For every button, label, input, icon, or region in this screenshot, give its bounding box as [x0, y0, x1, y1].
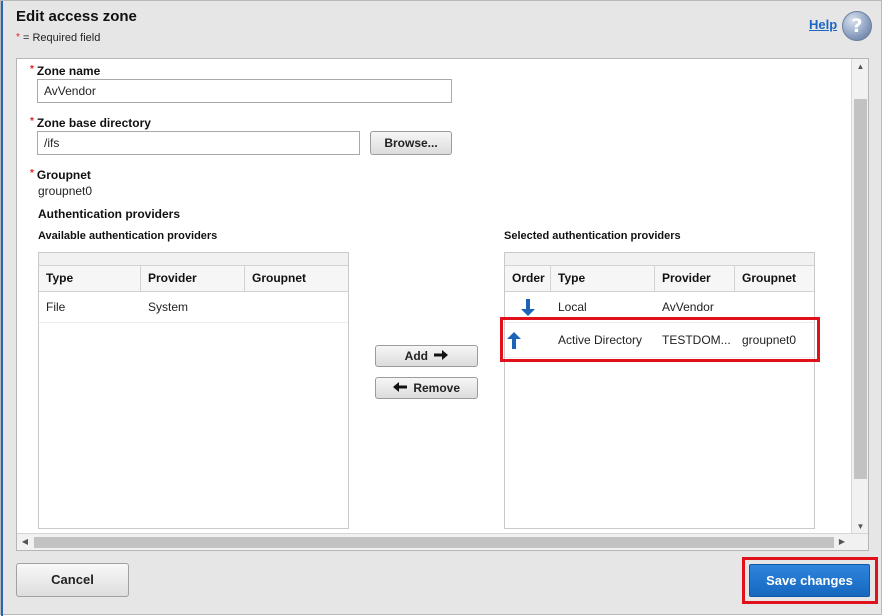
form-scroll-area: * Zone name AvVendor * Zone base directory…	[16, 58, 869, 551]
vertical-scroll-thumb[interactable]	[854, 99, 867, 479]
highlight-box	[500, 317, 820, 362]
column-header-order[interactable]: Order	[505, 266, 551, 291]
remove-button-label: Remove	[413, 381, 461, 395]
scroll-left-icon[interactable]: ◀	[17, 534, 33, 550]
available-providers-grid: Type Provider Groupnet File System	[38, 252, 349, 529]
horizontal-scrollbar[interactable]: ◀ ▶	[17, 533, 868, 550]
groupnet-label-text: Groupnet	[36, 168, 91, 182]
help-link[interactable]: Help	[809, 17, 837, 32]
zone-base-directory-input[interactable]: /ifs	[37, 131, 360, 155]
scroll-right-icon[interactable]: ▶	[834, 534, 850, 550]
groupnet-label: * Groupnet	[30, 168, 91, 182]
arrow-left-icon	[392, 379, 407, 399]
grid-header: Type Provider Groupnet	[39, 266, 348, 292]
browse-button[interactable]: Browse...	[370, 131, 452, 155]
column-header-type[interactable]: Type	[39, 266, 141, 291]
column-header-groupnet[interactable]: Groupnet	[245, 266, 348, 291]
help-question-icon[interactable]: ?	[842, 11, 872, 41]
window-edge-strip	[1, 1, 3, 616]
cell-type: File	[46, 300, 66, 314]
grid-header: Order Type Provider Groupnet	[505, 266, 814, 292]
groupnet-value: groupnet0	[38, 184, 93, 198]
remove-button[interactable]: Remove	[375, 377, 478, 399]
zone-name-label: * Zone name	[30, 64, 100, 78]
table-row[interactable]: File System	[39, 292, 348, 323]
grid-toolbar	[39, 253, 348, 266]
cancel-button[interactable]: Cancel	[16, 563, 129, 597]
horizontal-scroll-thumb[interactable]	[34, 537, 834, 548]
required-star: *	[30, 64, 34, 75]
dialog-title: Edit access zone	[16, 8, 137, 25]
cell-groupnet	[245, 292, 348, 323]
zone-name-label-text: Zone name	[36, 64, 101, 78]
zone-base-directory-label: * Zone base directory	[30, 116, 151, 130]
zone-name-input[interactable]: AvVendor	[37, 79, 452, 103]
selected-providers-label: Selected authentication providers	[504, 230, 681, 242]
column-header-provider[interactable]: Provider	[655, 266, 735, 291]
selected-providers-grid: Order Type Provider Groupnet Local AvVen…	[504, 252, 815, 529]
required-star: *	[30, 116, 34, 127]
column-header-provider[interactable]: Provider	[141, 266, 245, 291]
grid-toolbar	[505, 253, 814, 266]
required-star: *	[30, 168, 34, 179]
required-note-text: = Required field	[22, 32, 101, 44]
vertical-scrollbar[interactable]: ▲ ▼	[851, 59, 868, 535]
required-star: *	[16, 32, 20, 43]
zone-base-directory-label-text: Zone base directory	[36, 116, 151, 130]
add-button[interactable]: Add	[375, 345, 478, 367]
save-changes-button[interactable]: Save changes	[749, 564, 870, 597]
cell-provider: System	[148, 300, 189, 314]
auth-providers-heading: Authentication providers	[38, 207, 181, 221]
available-providers-label: Available authentication providers	[38, 230, 218, 242]
column-header-groupnet[interactable]: Groupnet	[735, 266, 814, 291]
required-field-note: * = Required field	[16, 32, 100, 44]
edit-access-zone-dialog: Edit access zone * = Required field Help…	[0, 0, 882, 616]
column-header-type[interactable]: Type	[551, 266, 655, 291]
arrow-right-icon	[434, 347, 449, 367]
scroll-up-icon[interactable]: ▲	[852, 59, 868, 75]
add-button-label: Add	[404, 349, 428, 363]
